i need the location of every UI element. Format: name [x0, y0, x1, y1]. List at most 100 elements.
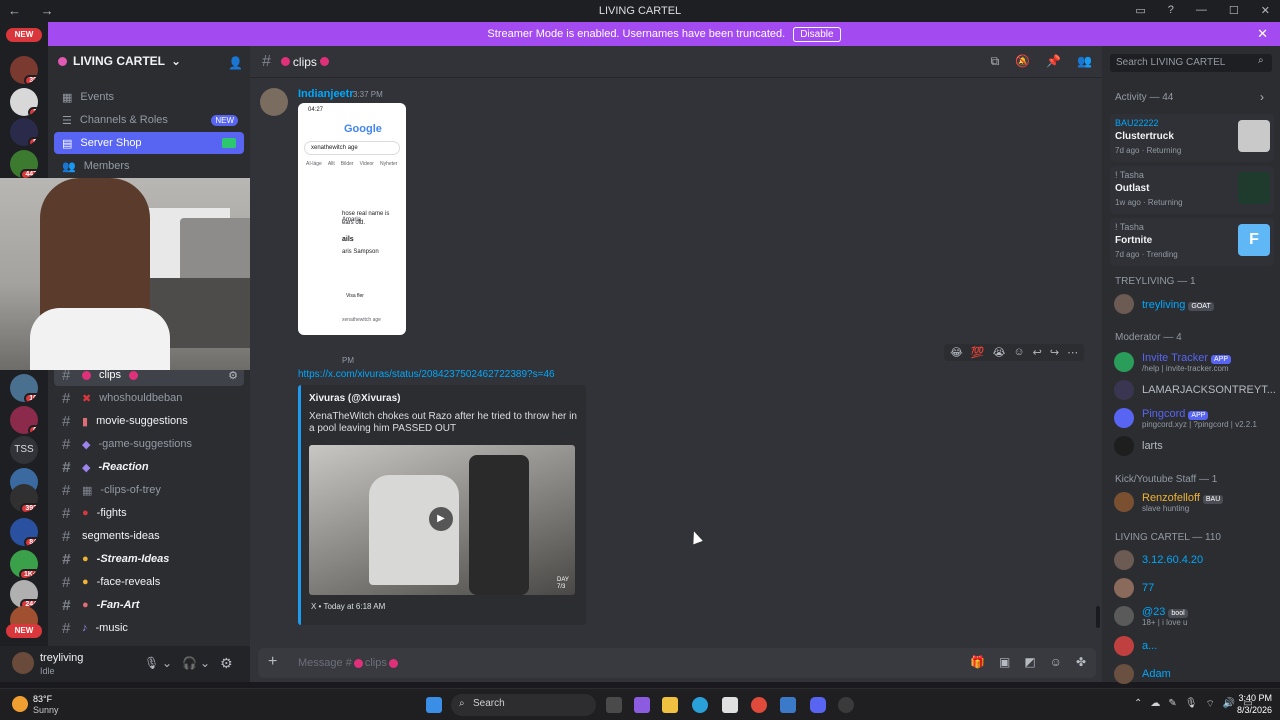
gift-icon[interactable]: 🎁 — [970, 655, 985, 669]
member-row[interactable]: 77 — [1114, 578, 1274, 598]
server-icon[interactable]: 2 — [10, 88, 38, 116]
channel-music[interactable]: # ♪ -music — [54, 617, 244, 639]
server-icon[interactable]: 39 — [10, 56, 38, 84]
chevron-down-icon[interactable]: ⌄ — [200, 656, 210, 670]
maximize-button[interactable]: ☐ — [1229, 4, 1239, 17]
server-icon[interactable]: 5 — [10, 118, 38, 146]
sidebar-item-server-shop[interactable]: ▤ Server Shop — [54, 132, 244, 154]
embed-video[interactable]: ▶ DAY 7/3 — [309, 445, 575, 595]
gif-icon[interactable]: ▣ — [999, 655, 1010, 669]
member-row[interactable]: Invite Tracker APP/help | invite-tracker.… — [1114, 350, 1274, 373]
channel-segments-ideas[interactable]: # segments-ideas — [54, 525, 244, 547]
chevron-down-icon[interactable]: ⌄ — [162, 656, 172, 670]
store-icon[interactable] — [722, 697, 738, 713]
search-icon[interactable]: ⌕ — [1258, 55, 1264, 66]
guild-header[interactable]: LIVING CARTEL ⌄ — [58, 54, 181, 68]
inbox-icon[interactable]: ▭ — [1135, 4, 1145, 17]
members-icon[interactable]: 👥 — [1077, 54, 1092, 69]
add-reaction-icon[interactable]: ☺ — [1013, 346, 1024, 359]
member-row[interactable]: Pingcord APP pingcord.xyz | ?pingcord | v2… — [1114, 406, 1274, 429]
member-row[interactable]: larts — [1114, 436, 1274, 456]
mic-icon[interactable]: 🎙 — [1185, 698, 1198, 711]
clock-time[interactable]: 3:40 PM — [1232, 693, 1272, 703]
member-row[interactable]: a... — [1114, 636, 1274, 656]
chevron-up-icon[interactable]: ⌃ — [1134, 698, 1142, 711]
channel-whoshouldbeban[interactable]: # ✖ whoshouldbeban — [54, 387, 244, 409]
clock-date[interactable]: 8/3/2026 — [1232, 705, 1272, 715]
activity-card[interactable]: ! Tasha Outlast 1w ago · Returning — [1110, 166, 1274, 214]
forward-icon[interactable]: ↪ — [1050, 346, 1059, 359]
activity-card[interactable]: BAU22222 Clustertruck 7d ago · Returning — [1110, 114, 1274, 162]
invite-icon[interactable]: 👤 — [228, 56, 243, 70]
edge-icon[interactable] — [692, 697, 708, 713]
add-attachment-icon[interactable]: + — [268, 653, 277, 671]
headphones-icon[interactable]: 🎧 — [182, 656, 197, 670]
more-icon[interactable]: ⋯ — [1067, 346, 1078, 359]
close-icon[interactable]: ✕ — [1257, 26, 1268, 42]
close-button[interactable]: ✕ — [1261, 4, 1270, 17]
copilot-icon[interactable] — [634, 697, 650, 713]
member-row[interactable]: treyliving GOAT — [1114, 294, 1274, 314]
server-icon[interactable]: 447 — [10, 150, 38, 178]
channel-game-suggestions[interactable]: # ◆ -game-suggestions — [54, 433, 244, 455]
wifi-icon[interactable]: ⌔ — [1205, 698, 1214, 711]
channel-clips-of-trey[interactable]: # ▦ -clips-of-trey — [54, 479, 244, 501]
minimize-button[interactable]: — — [1196, 4, 1207, 17]
server-icon[interactable]: 244 — [10, 580, 38, 608]
discord-icon[interactable] — [810, 697, 826, 713]
channel-fan-art[interactable]: # ● -Fan-Art — [54, 594, 244, 616]
bell-icon[interactable]: 🔕 — [1015, 54, 1030, 69]
gear-icon[interactable]: ⚙ — [220, 655, 233, 672]
cry-reaction-icon[interactable]: 😭 — [993, 346, 1006, 359]
avatar[interactable] — [12, 652, 34, 674]
app-icon[interactable] — [780, 697, 796, 713]
search-input[interactable]: Search LIVING CARTEL — [1110, 54, 1272, 72]
task-view-icon[interactable] — [606, 697, 622, 713]
emoji-picker-icon[interactable]: ☺ — [1050, 655, 1062, 669]
embed-author[interactable]: Xivuras (@Xivuras) — [309, 393, 400, 404]
pin-icon[interactable]: 📌 — [1046, 54, 1061, 69]
avatar[interactable] — [260, 88, 288, 116]
obs-icon[interactable] — [838, 697, 854, 713]
channel-fights[interactable]: # ● -fights — [54, 502, 244, 524]
member-row[interactable]: @23 bool 18+ | i love u — [1114, 604, 1274, 627]
channel-face-reveals[interactable]: # ● -face-reveals — [54, 571, 244, 593]
windows-start-icon[interactable] — [426, 697, 442, 713]
message-link[interactable]: https://x.com/xivuras/status/20842375024… — [298, 369, 555, 380]
member-row[interactable]: Renzofelloff BAU slave hunting — [1114, 490, 1274, 513]
file-explorer-icon[interactable] — [662, 697, 678, 713]
channel-movie-suggestions[interactable]: # ▮ movie-suggestions — [54, 410, 244, 432]
server-icon[interactable]: 10 — [10, 374, 38, 402]
sidebar-item-channels-roles[interactable]: ☰ Channels & Roles NEW — [54, 109, 244, 131]
image-attachment[interactable]: 04:27 Google xenathewitch age AI-läge All… — [298, 103, 406, 335]
disable-button[interactable]: Disable — [793, 26, 841, 42]
sticker-icon[interactable]: ◩ — [1024, 655, 1035, 669]
play-icon[interactable]: ▶ — [429, 507, 453, 531]
taskbar-search[interactable]: Search — [451, 694, 596, 716]
microphone-icon[interactable]: 🎙 — [144, 656, 159, 670]
weather-icon[interactable] — [12, 696, 28, 712]
help-icon[interactable]: ? — [1168, 4, 1174, 17]
server-tss[interactable]: TSS — [10, 436, 38, 464]
server-icon[interactable]: 6 — [10, 406, 38, 434]
server-icon[interactable]: 1K+ — [10, 550, 38, 578]
message-author[interactable]: Indianjeetr — [298, 88, 354, 100]
message-composer[interactable]: + Message # clips 🎁 ▣ ◩ ☺ ✤ — [258, 648, 1096, 678]
channel-reaction[interactable]: # ◆ -Reaction — [54, 456, 244, 478]
server-icon[interactable]: 84 — [10, 518, 38, 546]
laugh-reaction-icon[interactable]: 😂 — [950, 346, 963, 359]
member-row[interactable]: Adam — [1114, 664, 1274, 684]
threads-icon[interactable]: ⧉ — [991, 54, 1000, 69]
member-row[interactable]: LAMARJACKSONTREYT... — [1114, 380, 1276, 400]
sidebar-item-events[interactable]: ▦ Events — [54, 86, 244, 108]
hundred-reaction-icon[interactable]: 💯 — [971, 346, 985, 359]
cloud-icon[interactable]: ☁ — [1150, 698, 1160, 711]
channel-stream-ideas[interactable]: # ● -Stream-Ideas — [54, 548, 244, 570]
sidebar-item-members[interactable]: 👥 Members — [54, 155, 244, 177]
pen-icon[interactable]: ✎ — [1168, 698, 1176, 711]
nav-arrows[interactable]: ← → — [8, 3, 62, 18]
scrollbar[interactable] — [1096, 606, 1100, 628]
activity-card[interactable]: ! Tasha Fortnite 7d ago · Trending F — [1110, 218, 1274, 266]
chevron-right-icon[interactable]: › — [1260, 90, 1264, 104]
apps-icon[interactable]: ✤ — [1076, 655, 1086, 669]
